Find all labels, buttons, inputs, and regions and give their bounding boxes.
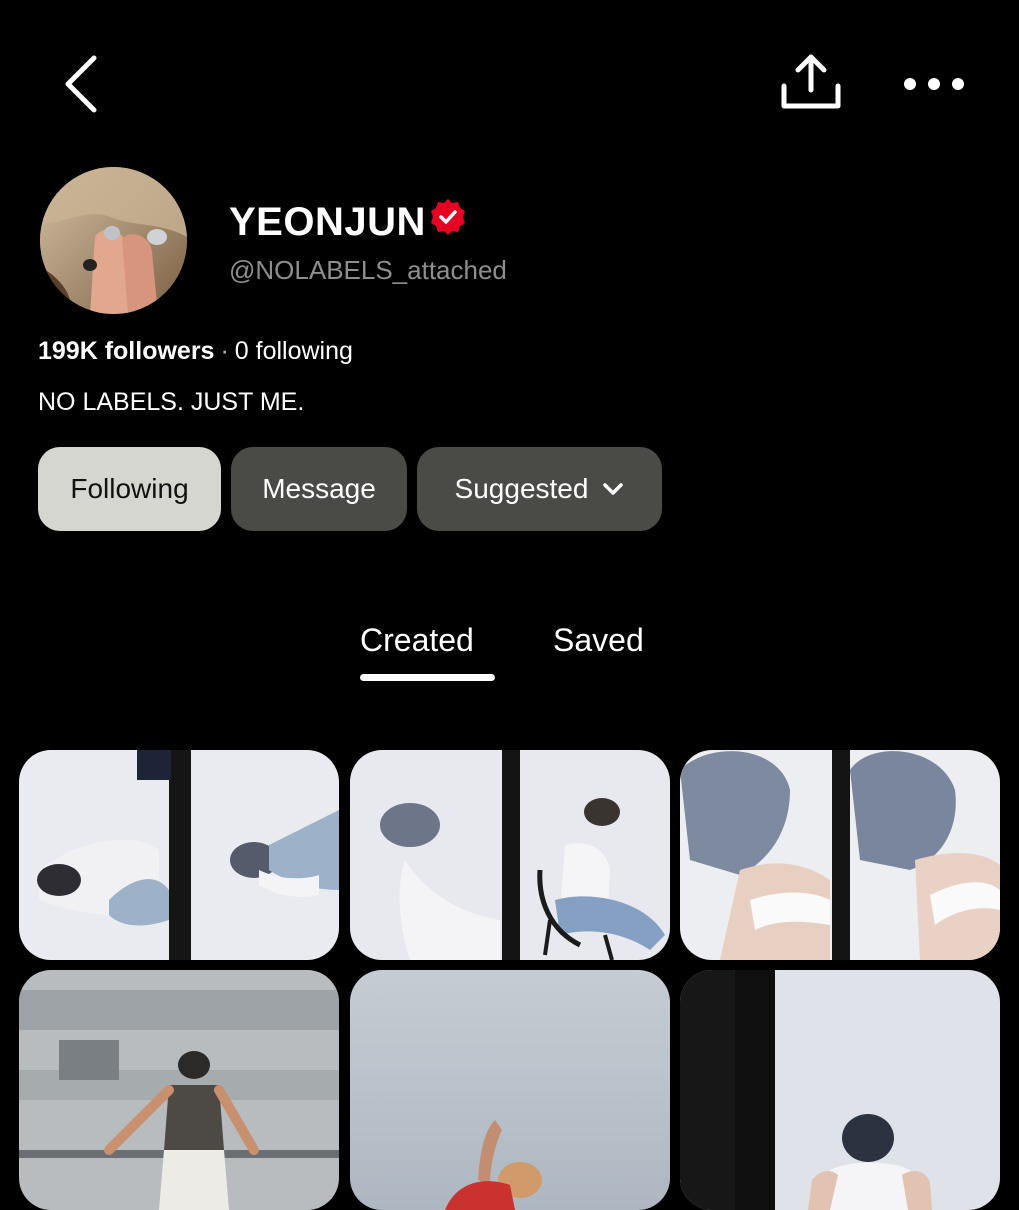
pin-6[interactable] bbox=[680, 970, 1000, 1210]
verified-badge-icon bbox=[429, 198, 467, 236]
share-button[interactable] bbox=[776, 52, 846, 114]
following-button[interactable]: Following bbox=[38, 447, 221, 531]
pin-4[interactable] bbox=[19, 970, 339, 1210]
pin-3[interactable] bbox=[680, 750, 1000, 960]
pin-image bbox=[350, 970, 670, 1210]
active-tab-indicator bbox=[360, 674, 495, 681]
pin-2[interactable] bbox=[350, 750, 670, 960]
followers-count[interactable]: 199K followers bbox=[38, 337, 214, 365]
more-options-button[interactable] bbox=[896, 64, 972, 104]
message-button-label: Message bbox=[262, 473, 376, 504]
username: @NOLABELS_attached bbox=[229, 255, 507, 285]
share-upload-icon bbox=[781, 54, 841, 109]
avatar[interactable] bbox=[40, 167, 187, 314]
display-name: YEONJUN bbox=[229, 200, 426, 244]
tab-saved[interactable]: Saved bbox=[553, 622, 644, 659]
follow-stats: 199K followers · 0 following bbox=[38, 337, 353, 366]
pin-image bbox=[19, 970, 339, 1210]
pin-1[interactable] bbox=[19, 750, 339, 960]
pin-image bbox=[350, 750, 670, 960]
pin-5[interactable] bbox=[350, 970, 670, 1210]
pin-image bbox=[680, 970, 1000, 1210]
chevron-left-icon bbox=[65, 55, 97, 113]
pin-image bbox=[19, 750, 339, 960]
tab-created[interactable]: Created bbox=[360, 622, 474, 659]
following-button-label: Following bbox=[70, 473, 189, 504]
suggested-dropdown-label: Suggested bbox=[454, 473, 589, 504]
bio: NO LABELS. JUST ME. bbox=[38, 388, 305, 416]
avatar-image bbox=[40, 167, 187, 314]
more-horizontal-icon bbox=[904, 78, 964, 90]
following-count[interactable]: 0 following bbox=[235, 337, 353, 365]
back-button[interactable] bbox=[58, 52, 108, 116]
suggested-dropdown[interactable]: Suggested bbox=[417, 447, 662, 531]
pin-image bbox=[680, 750, 1000, 960]
message-button[interactable]: Message bbox=[231, 447, 407, 531]
stats-separator: · bbox=[220, 337, 229, 365]
chevron-down-icon bbox=[603, 483, 624, 495]
